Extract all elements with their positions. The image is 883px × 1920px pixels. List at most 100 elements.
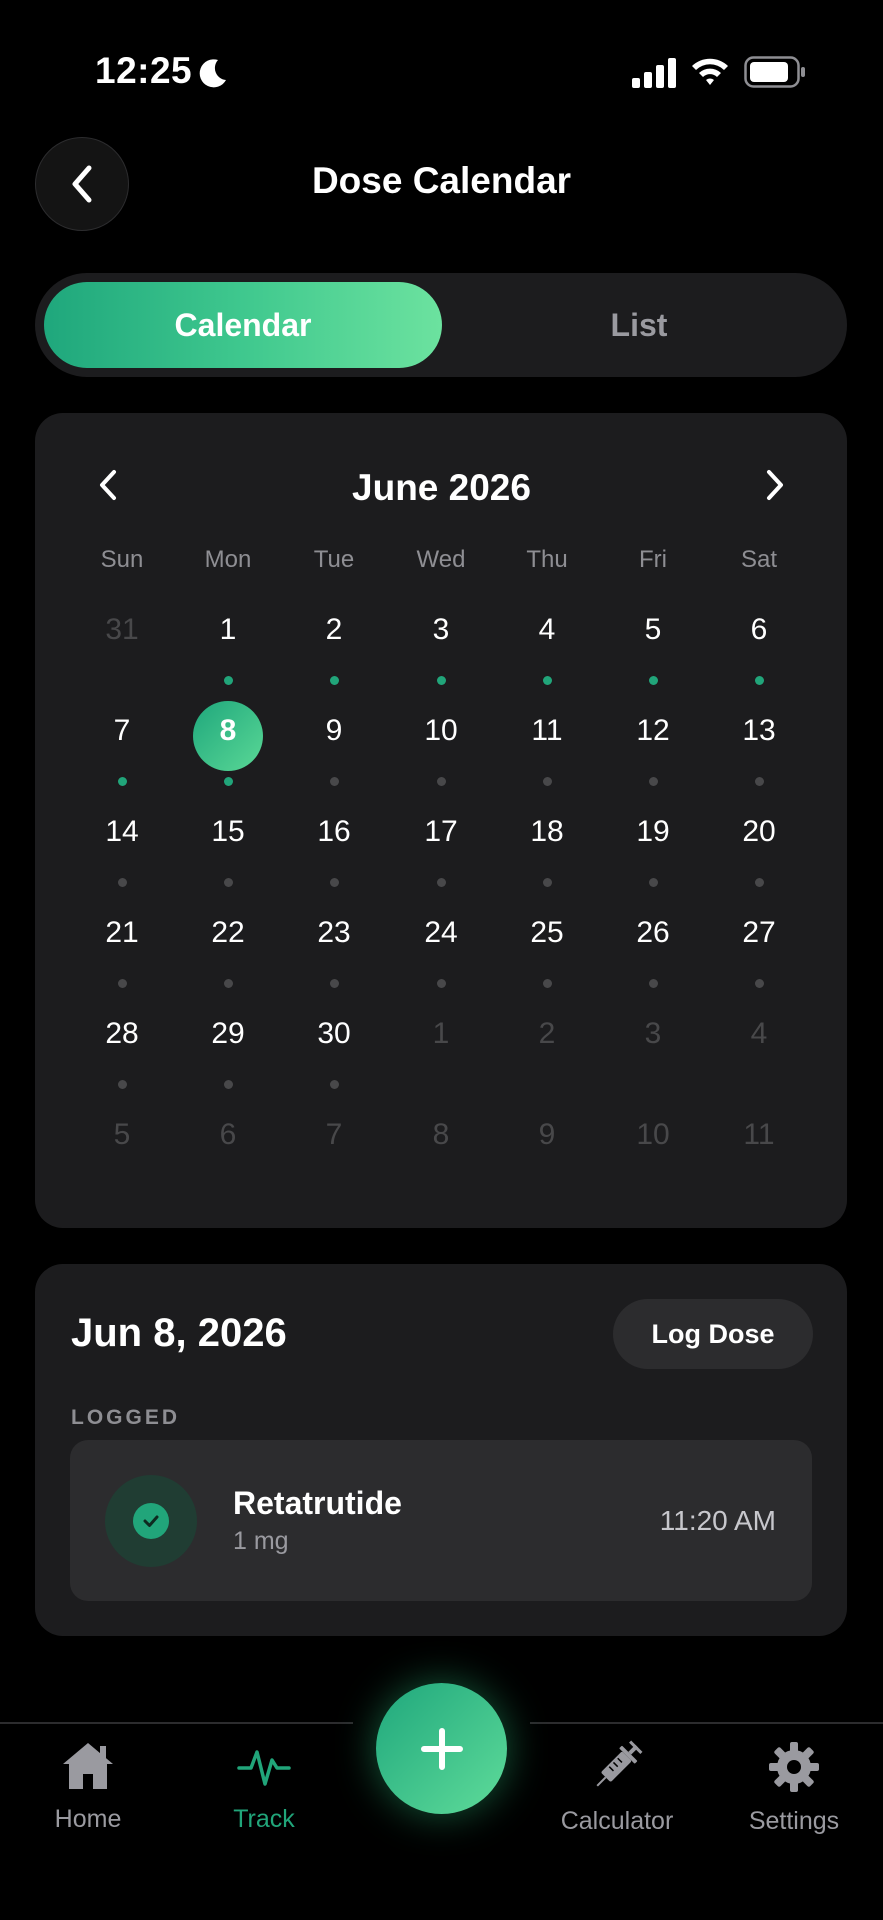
dose-scheduled-dot bbox=[754, 777, 764, 786]
calendar-day[interactable]: 16 bbox=[281, 815, 387, 849]
dose-scheduled-dot bbox=[329, 979, 339, 988]
weekday-header: Mon bbox=[204, 546, 252, 573]
dose-scheduled-dot bbox=[542, 878, 552, 887]
calendar-day[interactable]: 5 bbox=[69, 1118, 175, 1152]
dose-scheduled-dot bbox=[117, 979, 127, 988]
tab-calendar[interactable]: Calendar bbox=[44, 282, 442, 368]
calendar-day[interactable]: 5 bbox=[600, 613, 706, 647]
check-icon bbox=[133, 1503, 169, 1539]
calendar-day[interactable]: 6 bbox=[706, 613, 812, 647]
calendar-day[interactable]: 29 bbox=[175, 1017, 281, 1051]
calendar-day[interactable]: 23 bbox=[281, 916, 387, 950]
dose-status bbox=[105, 1475, 197, 1567]
calendar-day[interactable]: 8 bbox=[388, 1118, 494, 1152]
tab-bar-divider bbox=[0, 1722, 353, 1724]
view-segmented-control: Calendar List bbox=[35, 273, 847, 377]
dose-scheduled-dot bbox=[117, 878, 127, 887]
status-time: 12:25 bbox=[95, 50, 193, 91]
calendar-day[interactable]: 24 bbox=[388, 916, 494, 950]
calendar-day[interactable]: 3 bbox=[388, 613, 494, 647]
status-bar: 12:25 bbox=[0, 0, 883, 140]
medication-dose: 1 mg bbox=[233, 1527, 289, 1555]
calendar-day[interactable]: 10 bbox=[600, 1118, 706, 1152]
calendar-day[interactable]: 2 bbox=[281, 613, 387, 647]
tab-settings[interactable]: Settings bbox=[714, 1740, 874, 1836]
add-dose-button[interactable] bbox=[376, 1683, 507, 1814]
home-icon bbox=[63, 1743, 113, 1789]
dose-scheduled-dot bbox=[329, 1080, 339, 1089]
activity-icon bbox=[237, 1750, 291, 1786]
calendar-day[interactable]: 31 bbox=[69, 613, 175, 647]
calendar-day[interactable]: 7 bbox=[281, 1118, 387, 1152]
dose-scheduled-dot bbox=[754, 878, 764, 887]
dose-scheduled-dot bbox=[542, 979, 552, 988]
calendar-day[interactable]: 2 bbox=[494, 1017, 600, 1051]
tab-bar-divider bbox=[530, 1722, 883, 1724]
calendar-day[interactable]: 3 bbox=[600, 1017, 706, 1051]
dose-logged-dot bbox=[329, 676, 339, 685]
dose-scheduled-dot bbox=[436, 979, 446, 988]
dose-scheduled-dot bbox=[648, 979, 658, 988]
calendar-day[interactable]: 30 bbox=[281, 1017, 387, 1051]
syringe-icon bbox=[596, 1740, 643, 1787]
tab-calculator[interactable]: Calculator bbox=[537, 1738, 697, 1836]
dose-logged-dot bbox=[754, 676, 764, 685]
calendar-day[interactable]: 4 bbox=[706, 1017, 812, 1051]
tab-home[interactable]: Home bbox=[8, 1740, 168, 1834]
signal-icon bbox=[632, 58, 676, 88]
calendar-day-selected[interactable]: 8 bbox=[175, 714, 281, 748]
calendar-day[interactable]: 20 bbox=[706, 815, 812, 849]
calendar-day[interactable]: 10 bbox=[388, 714, 494, 748]
gear-icon bbox=[769, 1742, 819, 1792]
weekday-header: Fri bbox=[639, 546, 667, 573]
calendar-day[interactable]: 19 bbox=[600, 815, 706, 849]
tab-label: Track bbox=[233, 1805, 295, 1833]
tab-label: Settings bbox=[748, 1807, 840, 1835]
weekday-header: Sun bbox=[100, 546, 144, 573]
dose-logged-dot bbox=[648, 676, 658, 685]
weekday-header: Sat bbox=[740, 546, 778, 573]
tab-list[interactable]: List bbox=[440, 282, 838, 368]
dose-scheduled-dot bbox=[223, 878, 233, 887]
dose-scheduled-dot bbox=[223, 979, 233, 988]
dose-scheduled-dot bbox=[223, 1080, 233, 1089]
calendar-day[interactable]: 22 bbox=[175, 916, 281, 950]
calendar-day[interactable]: 13 bbox=[706, 714, 812, 748]
dose-scheduled-dot bbox=[329, 878, 339, 887]
wifi-icon bbox=[692, 58, 728, 85]
calendar-day[interactable]: 25 bbox=[494, 916, 600, 950]
calendar-day[interactable]: 26 bbox=[600, 916, 706, 950]
logged-section-label: LOGGED bbox=[71, 1406, 181, 1429]
calendar-day[interactable]: 15 bbox=[175, 815, 281, 849]
dose-scheduled-dot bbox=[436, 878, 446, 887]
calendar-day[interactable]: 17 bbox=[388, 815, 494, 849]
calendar-day[interactable]: 12 bbox=[600, 714, 706, 748]
calendar-day[interactable]: 9 bbox=[494, 1118, 600, 1152]
log-dose-button[interactable]: Log Dose bbox=[613, 1299, 813, 1369]
calendar-day[interactable]: 11 bbox=[706, 1118, 812, 1152]
calendar-day[interactable]: 28 bbox=[69, 1017, 175, 1051]
calendar-day[interactable]: 21 bbox=[69, 916, 175, 950]
dose-scheduled-dot bbox=[542, 777, 552, 786]
calendar-day[interactable]: 7 bbox=[69, 714, 175, 748]
calendar-day[interactable]: 9 bbox=[281, 714, 387, 748]
calendar-day[interactable]: 27 bbox=[706, 916, 812, 950]
next-month-button[interactable] bbox=[750, 460, 800, 510]
tab-track[interactable]: Track bbox=[184, 1740, 344, 1834]
dose-logged-dot bbox=[542, 676, 552, 685]
dose-scheduled-dot bbox=[648, 777, 658, 786]
dose-scheduled-dot bbox=[329, 777, 339, 786]
calendar-day[interactable]: 11 bbox=[494, 714, 600, 748]
dose-logged-dot bbox=[117, 777, 127, 786]
dose-scheduled-dot bbox=[754, 979, 764, 988]
calendar-day[interactable]: 6 bbox=[175, 1118, 281, 1152]
tab-label: Calculator bbox=[560, 1807, 674, 1835]
chevron-right-icon bbox=[767, 470, 783, 500]
calendar-day[interactable]: 1 bbox=[388, 1017, 494, 1051]
calendar-day[interactable]: 1 bbox=[175, 613, 281, 647]
weekday-header: Wed bbox=[416, 546, 466, 573]
calendar-day[interactable]: 18 bbox=[494, 815, 600, 849]
medication-name: Retatrutide bbox=[233, 1485, 402, 1521]
calendar-day[interactable]: 4 bbox=[494, 613, 600, 647]
calendar-day[interactable]: 14 bbox=[69, 815, 175, 849]
